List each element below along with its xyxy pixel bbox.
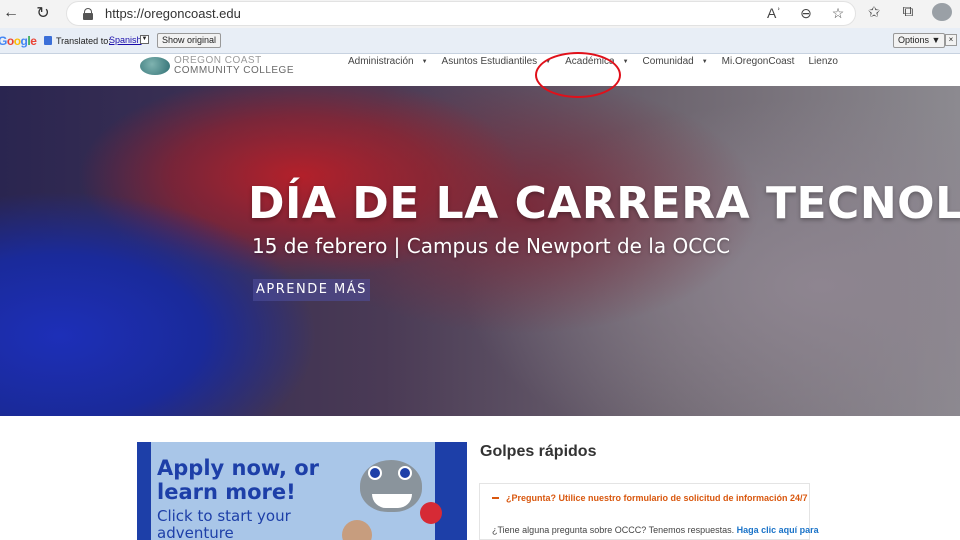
faq-heading: ¿Pregunta? Utilice nuestro formulario de… bbox=[506, 493, 808, 503]
caret-down-icon: ▼ bbox=[622, 58, 629, 65]
language-select[interactable]: Spanish bbox=[109, 35, 142, 45]
promo-headline: Apply now, or learn more! bbox=[157, 456, 320, 504]
nav-item-label: Lienzo bbox=[808, 56, 838, 67]
caret-down-icon: ▼ bbox=[545, 58, 552, 65]
nav-item-label: Administración bbox=[348, 56, 414, 67]
site-header: OREGON COAST COMMUNITY COLLEGE Administr… bbox=[0, 54, 960, 86]
nav-item-label: Académica bbox=[565, 56, 615, 67]
nav-item-label: Comunidad bbox=[642, 56, 694, 67]
url-text[interactable]: https://oregoncoast.edu bbox=[105, 6, 241, 21]
nav-item-comunidad[interactable]: Comunidad ▼ bbox=[643, 56, 708, 67]
college-logo-icon[interactable] bbox=[140, 57, 170, 75]
hero-banner: DÍA DE LA CARRERA TECNOLÓGICA 15 de febr… bbox=[0, 86, 960, 416]
browser-toolbar: ← ↻ https://oregoncoast.edu Aʾ ⊖ ☆ ✩ ⧉ bbox=[0, 0, 960, 28]
nav-item-label: Asuntos Estudiantiles bbox=[441, 56, 538, 67]
collections-icon[interactable]: ⧉ bbox=[898, 3, 918, 25]
google-logo: Google bbox=[0, 34, 37, 48]
faq-body-text: ¿Tiene alguna pregunta sobre OCCC? Tenem… bbox=[492, 525, 737, 535]
hero-subtitle: 15 de febrero | Campus de Newport de la … bbox=[252, 234, 731, 258]
caret-down-icon: ▼ bbox=[701, 58, 708, 65]
translated-to-label: Translated to: bbox=[56, 36, 111, 46]
faq-body: ¿Tiene alguna pregunta sobre OCCC? Tenem… bbox=[492, 525, 819, 535]
browser-actions: ✩ ⧉ bbox=[864, 3, 952, 25]
lock-icon bbox=[83, 7, 93, 20]
translate-lock-icon bbox=[44, 36, 52, 45]
favorites-icon[interactable]: ✩ bbox=[864, 3, 884, 25]
reload-icon[interactable]: ↻ bbox=[32, 2, 54, 24]
nav-item-label: Mi.OregonCoast bbox=[721, 56, 795, 67]
hero-title: DÍA DE LA CARRERA TECNOLÓGICA bbox=[248, 178, 960, 229]
add-favorite-icon[interactable]: ☆ bbox=[829, 5, 847, 22]
options-button[interactable]: Options ▼ bbox=[893, 33, 946, 48]
learn-more-button[interactable]: APRENDE MÁS bbox=[253, 279, 370, 301]
nav-item-mi-oregoncoast[interactable]: Mi.OregonCoast bbox=[722, 56, 795, 67]
promo-subline: Click to start your adventure bbox=[157, 507, 291, 540]
show-original-button[interactable]: Show original bbox=[157, 33, 222, 48]
profile-icon[interactable] bbox=[932, 3, 952, 25]
collapse-icon bbox=[492, 497, 499, 499]
shark-mascot-image bbox=[342, 450, 442, 540]
quick-links-title: Golpes rápidos bbox=[480, 443, 597, 460]
nav-item-asuntos-estudiantiles[interactable]: Asuntos Estudiantiles ▼ bbox=[442, 56, 552, 67]
language-dropdown-icon[interactable]: ▼ bbox=[140, 35, 149, 44]
logo-line-2: COMMUNITY COLLEGE bbox=[174, 65, 294, 76]
translate-bar: Google Translated to: Spanish ▼ Show ori… bbox=[0, 28, 960, 54]
apply-now-promo[interactable]: Apply now, or learn more! Click to start… bbox=[137, 442, 467, 540]
college-logo-text[interactable]: OREGON COAST COMMUNITY COLLEGE bbox=[174, 56, 294, 76]
caret-down-icon: ▼ bbox=[421, 58, 428, 65]
nav-item-administracion[interactable]: Administración ▼ bbox=[348, 56, 428, 67]
back-arrow-icon[interactable]: ← bbox=[0, 2, 22, 24]
avatar bbox=[932, 3, 952, 21]
main-nav: Administración ▼ Asuntos Estudiantiles ▼ A… bbox=[348, 56, 852, 67]
faq-click-here-link[interactable]: Haga clic aquí para bbox=[737, 525, 819, 535]
read-aloud-icon[interactable]: Aʾ bbox=[765, 5, 783, 22]
faq-accordion: ¿Pregunta? Utilice nuestro formulario de… bbox=[479, 483, 819, 540]
faq-accordion-header[interactable]: ¿Pregunta? Utilice nuestro formulario de… bbox=[480, 484, 809, 512]
zoom-out-icon[interactable]: ⊖ bbox=[797, 5, 815, 22]
address-bar[interactable]: https://oregoncoast.edu Aʾ ⊖ ☆ bbox=[66, 1, 856, 26]
nav-item-academica[interactable]: Académica ▼ bbox=[565, 56, 628, 67]
close-translate-bar-button[interactable]: × bbox=[945, 34, 957, 46]
promo-left-stripe bbox=[137, 442, 151, 540]
nav-item-lienzo[interactable]: Lienzo bbox=[808, 56, 837, 67]
address-bar-actions: Aʾ ⊖ ☆ bbox=[765, 5, 847, 22]
